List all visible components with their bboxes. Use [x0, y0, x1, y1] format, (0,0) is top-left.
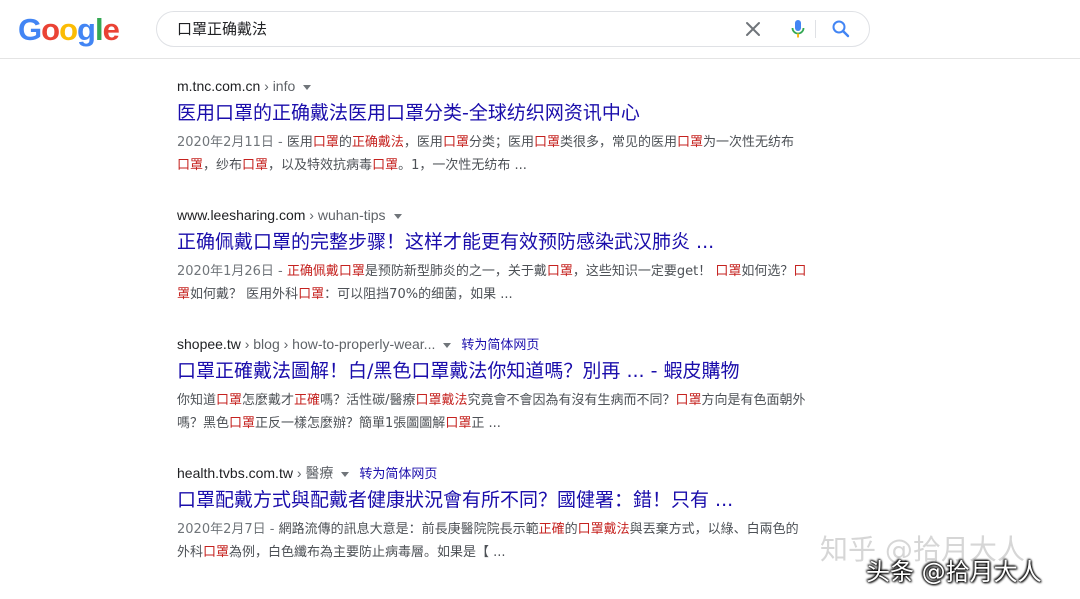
search-input[interactable]	[177, 12, 717, 46]
result-url[interactable]: m.tnc.com.cn › info	[177, 76, 817, 96]
search-result: health.tvbs.com.tw › 醫療 转为简体网页 口罩配戴方式與配戴者…	[177, 463, 817, 564]
result-path: › wuhan-tips	[305, 207, 386, 223]
chevron-down-icon[interactable]	[341, 471, 350, 477]
result-snippet: 你知道口罩怎麼戴才正確嗎？活性碳/醫療口罩戴法究竟會不會因為有沒有生病而不同？口…	[177, 393, 806, 431]
search-icon[interactable]	[829, 17, 853, 41]
result-domain: shopee.tw	[177, 336, 241, 352]
search-box[interactable]	[156, 11, 870, 47]
chevron-down-icon[interactable]	[303, 84, 312, 90]
result-url[interactable]: shopee.tw › blog › how-to-properly-wear.…	[177, 334, 817, 354]
search-result: shopee.tw › blog › how-to-properly-wear.…	[177, 334, 817, 435]
search-result: m.tnc.com.cn › info 医用口罩的正确戴法医用口罩分类-全球纺织…	[177, 76, 817, 177]
result-title[interactable]: 正确佩戴口罩的完整步骤！这样才能更有效预防感染武汉肺炎 ...	[177, 229, 817, 255]
search-result: www.leesharing.com › wuhan-tips 正确佩戴口罩的完…	[177, 205, 817, 306]
chevron-down-icon[interactable]	[443, 342, 452, 348]
result-domain: health.tvbs.com.tw	[177, 465, 293, 481]
result-path: › 醫療	[292, 465, 334, 481]
result-domain: m.tnc.com.cn	[177, 78, 261, 94]
clear-icon[interactable]	[741, 17, 765, 41]
result-domain: www.leesharing.com	[177, 207, 306, 223]
result-title[interactable]: 医用口罩的正确戴法医用口罩分类-全球纺织网资讯中心	[177, 100, 817, 126]
translate-link[interactable]: 转为简体网页	[359, 467, 437, 482]
google-logo[interactable]: Google	[18, 12, 120, 48]
result-path: › info	[260, 78, 296, 94]
result-url[interactable]: www.leesharing.com › wuhan-tips	[177, 205, 817, 225]
header-bar: Google	[0, 0, 1080, 59]
chevron-down-icon[interactable]	[393, 213, 402, 219]
search-divider	[815, 20, 816, 38]
result-title[interactable]: 口罩正確戴法圖解！白/黑色口罩戴法你知道嗎？別再 ... - 蝦皮購物	[177, 358, 817, 384]
watermark-toutiao: 头条 @拾月大人	[866, 558, 1042, 586]
microphone-icon[interactable]	[786, 17, 810, 41]
result-title[interactable]: 口罩配戴方式與配戴者健康狀況會有所不同？國健署：錯！只有 ...	[177, 487, 817, 513]
result-url[interactable]: health.tvbs.com.tw › 醫療 转为简体网页	[177, 463, 817, 483]
result-snippet: 2020年1月26日 - 正确佩戴口罩是预防新型肺炎的之一，关于戴口罩，这些知识…	[177, 264, 807, 302]
result-snippet: 2020年2月11日 - 医用口罩的正确戴法，医用口罩分类；医用口罩类很多，常见…	[177, 135, 795, 173]
result-snippet: 2020年2月7日 - 網路流傳的訊息大意是：前長庚醫院院長示範正確的口罩戴法與…	[177, 522, 799, 560]
result-path: › blog › how-to-properly-wear...	[240, 336, 436, 352]
translate-link[interactable]: 转为简体网页	[461, 338, 539, 353]
